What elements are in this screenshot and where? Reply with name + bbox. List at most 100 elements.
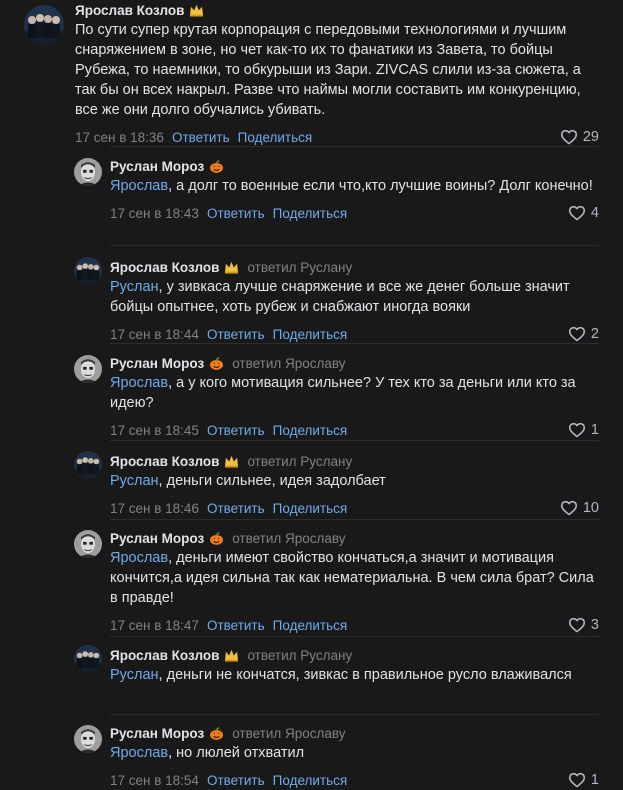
mention-link[interactable]: Ярослав xyxy=(110,745,168,761)
avatar[interactable] xyxy=(74,355,102,383)
comment-date[interactable]: 17 сен в 18:54 xyxy=(110,773,199,788)
comment-content: Руслан Мороз ответил Ярославу Ярослав, д… xyxy=(110,528,599,635)
replied-to[interactable]: ответил Ярославу xyxy=(232,726,345,741)
author-name[interactable]: Руслан Мороз xyxy=(110,531,204,546)
separator xyxy=(110,146,599,147)
like-button[interactable]: 1 xyxy=(568,770,599,790)
comment-content: Ярослав Козлов ответил Руслану Руслан, у… xyxy=(110,257,599,344)
mention-link[interactable]: Руслан xyxy=(110,667,159,683)
comment-header: Ярослав Козлов ответил Руслану xyxy=(110,451,599,471)
like-count: 3 xyxy=(590,617,599,633)
mention-link[interactable]: Руслан xyxy=(110,279,159,295)
share-button[interactable]: Поделиться xyxy=(273,618,348,633)
pumpkin-icon xyxy=(209,160,224,173)
comment-date[interactable]: 17 сен в 18:44 xyxy=(110,327,199,342)
heart-outline-icon xyxy=(568,326,586,342)
like-count: 29 xyxy=(582,129,599,145)
like-button[interactable]: 1 xyxy=(568,420,599,440)
separator xyxy=(110,714,599,715)
separator xyxy=(110,519,599,520)
comment-content: Ярослав Козлов ответил Руслану Руслан, д… xyxy=(110,451,599,518)
comment-footer: 17 сен в 18:46 Ответить Поделиться 10 xyxy=(110,498,599,518)
comment-content: Руслан Мороз ответил Ярославу Ярослав, н… xyxy=(110,723,599,790)
pumpkin-icon xyxy=(209,357,224,370)
comment-footer: 17 сен в 18:45 Ответить Поделиться 1 xyxy=(110,420,599,440)
heart-outline-icon xyxy=(568,422,586,438)
pumpkin-icon xyxy=(209,532,224,545)
reply-button[interactable]: Ответить xyxy=(207,501,265,516)
share-button[interactable]: Поделиться xyxy=(273,501,348,516)
comment-content: Ярослав Козлов ответил Руслану Руслан, д… xyxy=(110,645,599,685)
separator xyxy=(110,343,599,344)
comment-footer: 17 сен в 18:54 Ответить Поделиться 1 xyxy=(110,770,599,790)
replied-to[interactable]: ответил Руслану xyxy=(247,648,352,663)
author-name[interactable]: Ярослав Козлов xyxy=(110,648,219,663)
reply-button[interactable]: Ответить xyxy=(207,206,265,221)
reply-button[interactable]: Ответить xyxy=(207,618,265,633)
comment-footer: 17 сен в 18:44 Ответить Поделиться 2 xyxy=(110,324,599,344)
share-button[interactable]: Поделиться xyxy=(238,130,313,145)
replied-to[interactable]: ответил Ярославу xyxy=(232,531,345,546)
replied-to[interactable]: ответил Руслану xyxy=(247,454,352,469)
avatar[interactable] xyxy=(74,645,102,673)
share-button[interactable]: Поделиться xyxy=(273,423,348,438)
comment-date[interactable]: 17 сен в 18:43 xyxy=(110,206,199,221)
comment-text: Руслан, у зивкаса лучше снаряжение и все… xyxy=(110,279,570,315)
comment-text: Ярослав, но люлей отхватил xyxy=(110,745,305,761)
reply-button[interactable]: Ответить xyxy=(207,773,265,788)
like-button[interactable]: 29 xyxy=(560,127,599,147)
heart-outline-icon xyxy=(568,617,586,633)
comment-content: Руслан Мороз ответил Ярославу Ярослав, а… xyxy=(110,353,599,440)
comment-date[interactable]: 17 сен в 18:36 xyxy=(75,130,164,145)
share-button[interactable]: Поделиться xyxy=(273,206,348,221)
share-button[interactable]: Поделиться xyxy=(273,327,348,342)
comment-date[interactable]: 17 сен в 18:46 xyxy=(110,501,199,516)
reply-button[interactable]: Ответить xyxy=(207,327,265,342)
author-name[interactable]: Ярослав Козлов xyxy=(75,3,184,18)
crown-icon xyxy=(189,4,204,17)
crown-icon xyxy=(224,261,239,274)
mention-link[interactable]: Руслан xyxy=(110,473,159,489)
avatar[interactable] xyxy=(74,530,102,558)
like-button[interactable]: 4 xyxy=(568,203,599,223)
author-name[interactable]: Руслан Мороз xyxy=(110,356,204,371)
separator xyxy=(110,636,599,637)
share-button[interactable]: Поделиться xyxy=(273,773,348,788)
like-button[interactable]: 2 xyxy=(568,324,599,344)
comment-date[interactable]: 17 сен в 18:45 xyxy=(110,423,199,438)
separator xyxy=(110,245,599,246)
reply-button[interactable]: Ответить xyxy=(172,130,230,145)
replied-to[interactable]: ответил Ярославу xyxy=(232,356,345,371)
author-name[interactable]: Руслан Мороз xyxy=(110,726,204,741)
mention-link[interactable]: Ярослав xyxy=(110,550,168,566)
comment-header: Ярослав Козлов xyxy=(75,0,599,20)
comment-date[interactable]: 17 сен в 18:47 xyxy=(110,618,199,633)
reply-button[interactable]: Ответить xyxy=(207,423,265,438)
like-button[interactable]: 3 xyxy=(568,615,599,635)
heart-outline-icon xyxy=(568,205,586,221)
comment-text: Руслан, деньги сильнее, идея задолбает xyxy=(110,473,386,489)
mention-link[interactable]: Ярослав xyxy=(110,178,168,194)
like-count: 2 xyxy=(590,326,599,342)
comment-text: Ярослав, а у кого мотивация сильнее? У т… xyxy=(110,375,576,411)
comment-text: Ярослав, деньги имеют свойство кончаться… xyxy=(110,550,594,606)
comment-text: Руслан, деньги не кончатся, зивкас в пра… xyxy=(110,667,572,683)
avatar[interactable] xyxy=(74,725,102,753)
author-name[interactable]: Руслан Мороз xyxy=(110,159,204,174)
comment-footer: 17 сен в 18:43 Ответить Поделиться 4 xyxy=(110,203,599,223)
comment-text: Ярослав, а долг то военные если что,кто … xyxy=(110,178,593,194)
mention-link[interactable]: Ярослав xyxy=(110,375,168,391)
heart-outline-icon xyxy=(560,500,578,516)
avatar[interactable] xyxy=(74,451,102,479)
comment-content: Руслан Мороз Ярослав, а долг то военные … xyxy=(110,156,599,223)
author-name[interactable]: Ярослав Козлов xyxy=(110,454,219,469)
comment-header: Руслан Мороз ответил Ярославу xyxy=(110,723,599,743)
avatar[interactable] xyxy=(74,257,102,285)
heart-outline-icon xyxy=(568,772,586,788)
avatar[interactable] xyxy=(24,5,64,45)
avatar[interactable] xyxy=(74,158,102,186)
replied-to[interactable]: ответил Руслану xyxy=(247,260,352,275)
author-name[interactable]: Ярослав Козлов xyxy=(110,260,219,275)
like-button[interactable]: 10 xyxy=(560,498,599,518)
like-count: 1 xyxy=(590,772,599,788)
